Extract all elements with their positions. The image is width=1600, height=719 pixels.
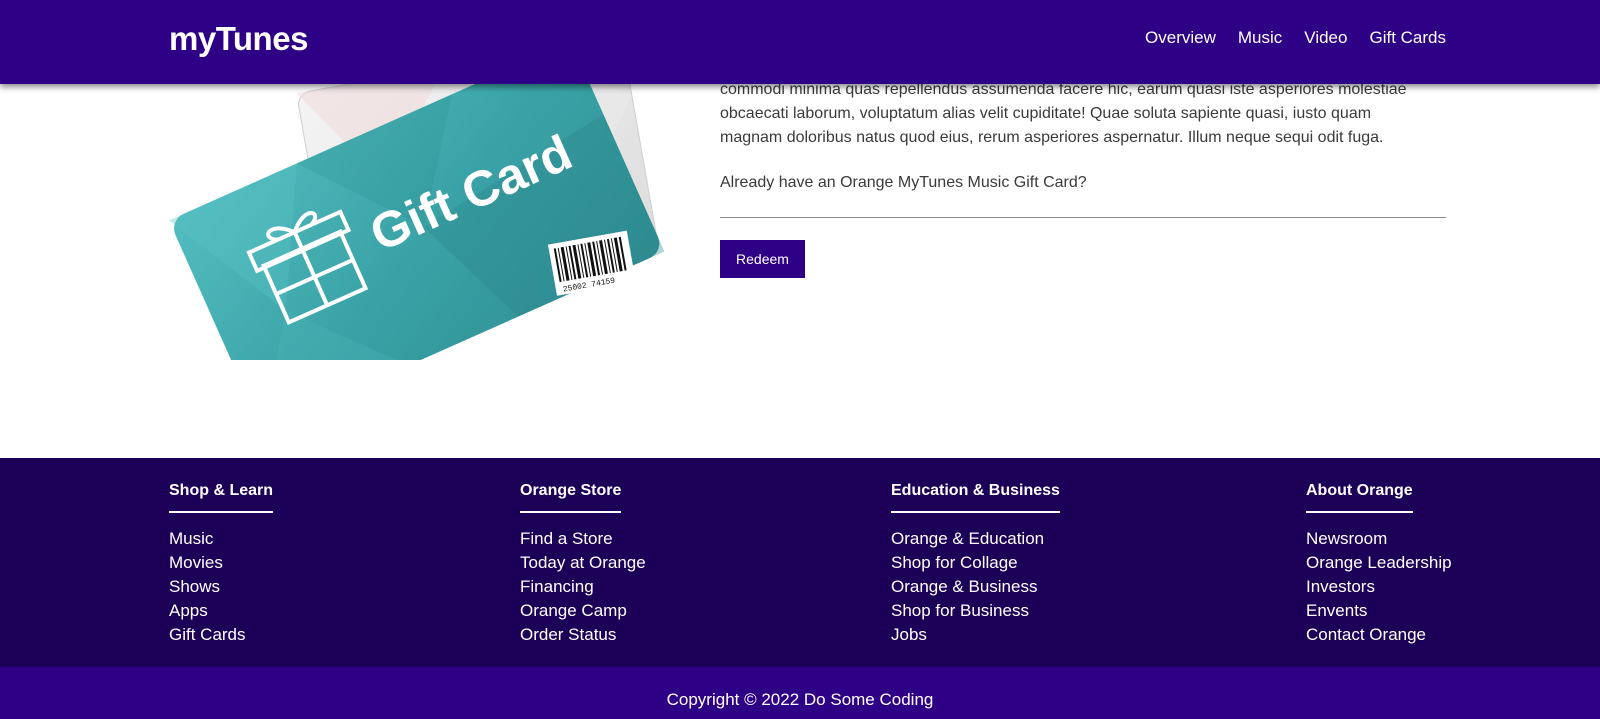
footer-link[interactable]: Shop for Collage — [891, 551, 1060, 575]
footer-link[interactable]: Gift Cards — [169, 623, 273, 647]
site-header: myTunes Overview Music Video Gift Cards — [0, 0, 1600, 84]
footer-link[interactable]: Orange Camp — [520, 599, 646, 623]
site-footer: Shop & Learn Music Movies Shows Apps Gif… — [0, 458, 1600, 667]
paragraph-line: magnam doloribus natus quod eius, rerum … — [720, 129, 1384, 146]
footer-link[interactable]: Orange & Education — [891, 527, 1060, 551]
footer-column-shop-learn: Shop & Learn Music Movies Shows Apps Gif… — [169, 482, 274, 647]
footer-heading: Education & Business — [891, 482, 1060, 513]
nav-gift-cards[interactable]: Gift Cards — [1369, 28, 1446, 48]
divider — [720, 217, 1446, 218]
footer-link[interactable]: Today at Orange — [520, 551, 646, 575]
footer-heading: Orange Store — [520, 482, 622, 513]
footer-link[interactable]: Music — [169, 527, 273, 551]
footer-link[interactable]: Contact Orange — [1306, 623, 1452, 647]
footer-link[interactable]: Find a Store — [520, 527, 646, 551]
footer-column-orange-store: Orange Store Find a Store Today at Orang… — [520, 482, 646, 647]
footer-column-about-orange: About Orange Newsroom Orange Leadership … — [1306, 482, 1452, 647]
redeem-button[interactable]: Redeem — [720, 240, 805, 278]
footer-link[interactable]: Order Status — [520, 623, 646, 647]
paragraph-line: obcaecati laborum, voluptatum alias veli… — [720, 105, 1372, 122]
nav-overview[interactable]: Overview — [1145, 28, 1216, 48]
footer-link[interactable]: Shop for Business — [891, 599, 1060, 623]
footer-link[interactable]: Apps — [169, 599, 273, 623]
footer-link[interactable]: Movies — [169, 551, 273, 575]
nav-video[interactable]: Video — [1304, 28, 1347, 48]
gift-card-image: Gift Card 25002 74159 — [168, 37, 668, 431]
gift-card-description: commodi minima quas repellendus assumend… — [720, 68, 1446, 278]
footer-link[interactable]: Investors — [1306, 575, 1452, 599]
footer-link[interactable]: Newsroom — [1306, 527, 1452, 551]
footer-link[interactable]: Orange Leadership — [1306, 551, 1452, 575]
copyright-text: Copyright © 2022 Do Some Coding — [666, 690, 934, 709]
footer-link[interactable]: Jobs — [891, 623, 1060, 647]
copyright-bar: Copyright © 2022 Do Some Coding — [0, 667, 1600, 719]
logo[interactable]: myTunes — [169, 20, 308, 58]
footer-link[interactable]: Shows — [169, 575, 273, 599]
footer-link[interactable]: Financing — [520, 575, 646, 599]
footer-link[interactable]: Envents — [1306, 599, 1452, 623]
footer-heading: About Orange — [1306, 482, 1413, 513]
footer-column-education-business: Education & Business Orange & Education … — [891, 482, 1060, 647]
footer-heading: Shop & Learn — [169, 482, 274, 513]
main-nav: Overview Music Video Gift Cards — [1145, 28, 1446, 48]
gift-card-illustration: Gift Card 25002 74159 — [168, 37, 665, 431]
footer-link[interactable]: Orange & Business — [891, 575, 1060, 599]
redeem-question: Already have an Orange MyTunes Music Gif… — [720, 174, 1087, 191]
nav-music[interactable]: Music — [1238, 28, 1282, 48]
